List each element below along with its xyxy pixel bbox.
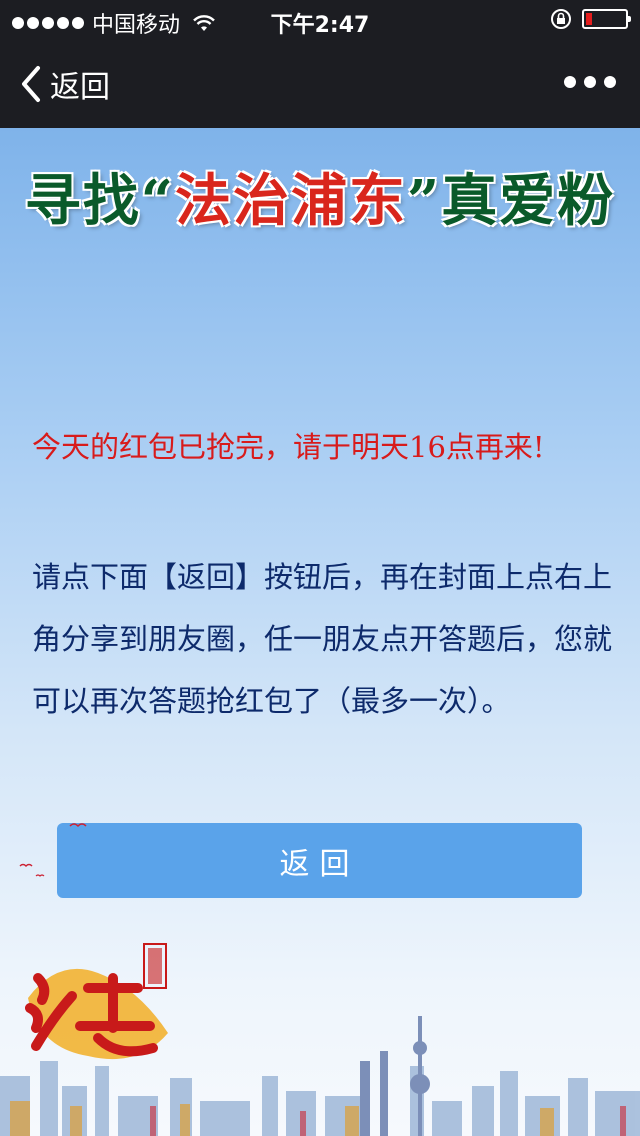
more-dot-icon [564,76,576,88]
battery-icon [582,9,631,29]
back-button[interactable]: 返回 [20,62,110,106]
city-skyline-decoration [0,1016,640,1136]
notice-message: 今天的红包已抢完，请于明天16点再来! [32,430,545,464]
more-dot-icon [604,76,616,88]
instruction-text: 请点下面【返回】按钮后，再在封面上点右上角分享到朋友圈，任一朋友点开答题后，您就… [32,560,613,718]
more-options-button[interactable] [564,76,616,88]
status-bar: 中国移动 下午2:47 [0,0,640,40]
battery-level-fill [586,13,592,25]
banner-title-highlight: 法治浦东 [175,168,407,234]
birds-decoration [19,823,87,877]
clock: 下午2:47 [270,13,370,38]
nav-bar: 返回 [0,40,640,128]
banner-title-suffix: ”真爱粉 [407,168,616,234]
banner-title: 寻找“法治浦东”真爱粉 [0,156,640,237]
page-content: 寻找“法治浦东”真爱粉 今天的红包已抢完，请于明天16点再来! 请点下面【返回】… [0,128,640,1136]
more-dot-icon [584,76,596,88]
back-label: 返回 [50,70,110,105]
return-button[interactable]: 返回 [57,823,582,898]
rotation-lock-icon [551,9,571,29]
chevron-left-icon [22,66,40,102]
status-right [550,8,631,30]
banner-title-prefix: 寻找“ [24,168,175,234]
